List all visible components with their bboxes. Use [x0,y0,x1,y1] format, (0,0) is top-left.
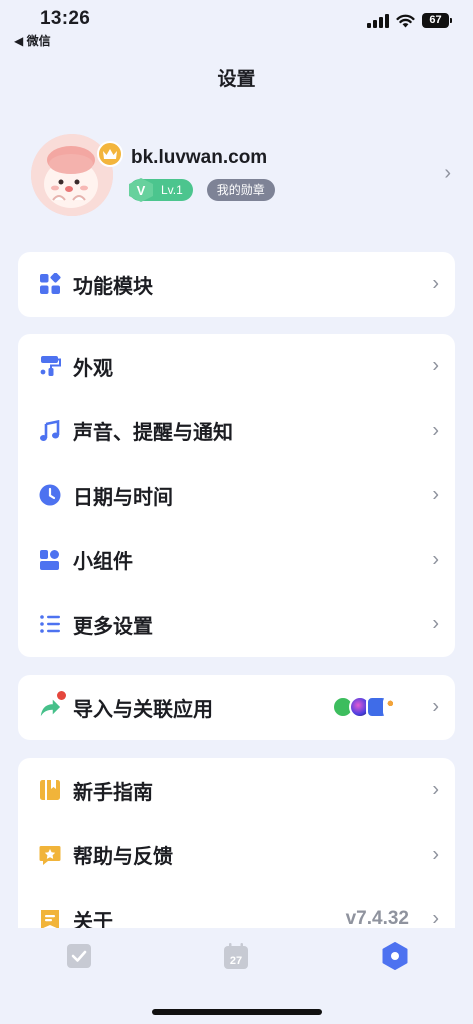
chevron-right-icon: › [432,483,439,506]
card-preferences: 外观 › 声音、提醒与通知 › 日期与时间 › 小组件 › 更多设置 › [18,334,455,657]
chevron-right-icon: › [432,843,439,866]
row-label: 小组件 [73,551,133,574]
level-label: Lv.1 [161,183,183,197]
row-label: 更多设置 [73,615,153,638]
profile-header[interactable]: bk.luvwan.com V Lv.1 我的勋章 › [31,132,451,220]
reminders-icon [383,696,405,719]
page-title: 设置 [217,69,256,90]
modules-grid-icon [39,273,61,295]
bookmark-doc-icon [39,908,61,930]
cellular-signal-icon [367,13,389,28]
row-about[interactable]: 关于 v7.4.32 › [18,887,455,930]
row-label: 日期与时间 [73,486,173,509]
row-label: 新手指南 [73,781,153,804]
book-icon [39,779,61,801]
username: bk.luvwan.com [131,147,268,168]
list-settings-icon [39,613,61,635]
chevron-right-icon: › [432,272,439,295]
notification-dot [57,691,66,701]
card-help: 新手指南 › 帮助与反馈 › 关于 v7.4.32 › [18,758,455,930]
row-label: 帮助与反馈 [73,846,173,869]
home-indicator [152,1009,322,1015]
level-shield-icon: V [129,178,153,202]
row-modules[interactable]: 功能模块 › [18,252,455,317]
chevron-right-icon: › [432,778,439,801]
settings-hexagon-icon [382,942,408,970]
row-beginner-guide[interactable]: 新手指南 › [18,758,455,823]
crown-icon [97,141,123,167]
chevron-right-icon: › [444,162,451,184]
row-more-settings[interactable]: 更多设置 › [18,592,455,657]
clock-icon [39,484,61,506]
row-help-feedback[interactable]: 帮助与反馈 › [18,823,455,888]
calendar-day: 27 [230,955,242,967]
row-label: 声音、提醒与通知 [73,422,233,445]
row-widgets[interactable]: 小组件 › [18,528,455,593]
chevron-right-icon: › [432,612,439,635]
status-bar: 13:26 ◀ 微信 67 [0,0,473,50]
battery-icon: 67 [422,13,452,28]
chevron-right-icon: › [432,695,439,718]
music-note-icon [39,419,61,442]
row-sound-notifications[interactable]: 声音、提醒与通知 › [18,399,455,464]
checkbox-icon [67,944,91,968]
wifi-icon [396,14,415,27]
level-badge[interactable]: V Lv.1 [129,178,193,202]
back-to-app-link[interactable]: ◀ 微信 [14,32,51,49]
chevron-right-icon: › [432,354,439,377]
chevron-right-icon: › [432,548,439,571]
status-icons: 67 [367,13,452,28]
widgets-icon [39,549,61,571]
tab-settings[interactable] [381,942,409,970]
app-version: v7.4.32 [345,908,409,930]
chevron-right-icon: › [432,907,439,930]
row-appearance[interactable]: 外观 › [18,334,455,399]
card-import: 导入与关联应用 › [18,675,455,740]
profile-badges: V Lv.1 我的勋章 [129,178,275,202]
feedback-star-icon [39,844,61,866]
card-modules: 功能模块 › [18,252,455,317]
status-time: 13:26 [40,8,91,29]
share-arrow-icon [39,691,66,718]
linked-apps [332,696,405,719]
paint-roller-icon [39,355,61,377]
row-label: 功能模块 [73,275,153,298]
my-medals-button[interactable]: 我的勋章 [206,179,275,201]
calendar-icon: 27 [224,943,248,969]
row-label: 导入与关联应用 [73,698,213,721]
row-label: 外观 [73,357,113,380]
chevron-right-icon: › [432,419,439,442]
tab-tasks[interactable] [65,942,93,970]
tab-calendar[interactable]: 27 [222,942,250,970]
row-date-time[interactable]: 日期与时间 › [18,463,455,528]
row-label: 关于 [73,910,113,930]
row-import-apps[interactable]: 导入与关联应用 › [18,675,455,740]
